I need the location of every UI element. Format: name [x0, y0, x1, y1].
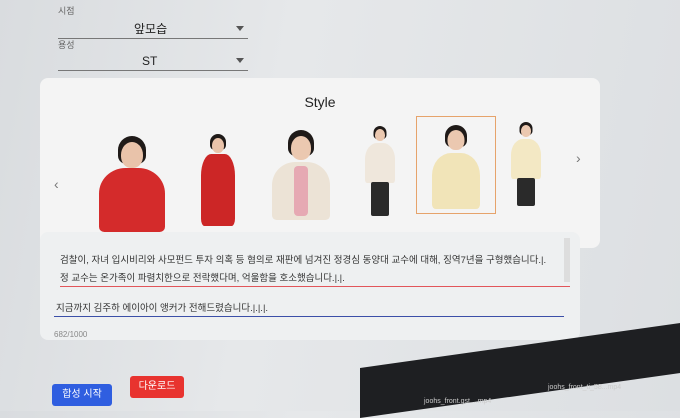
script-panel: 검찰이, 자녀 입시비리와 사모펀드 투자 의혹 등 혐의로 재판에 넘겨진 정… [40, 232, 580, 340]
char-counter: 682/1000 [54, 330, 88, 339]
style-thumbnail-5-selected[interactable] [416, 116, 496, 214]
script-line-2: 정 교수는 온가족이 파렴치한으로 전락했다며, 억울함을 호소했습니다.|.|… [60, 273, 345, 284]
chevron-left-icon[interactable]: ‹ [54, 176, 59, 192]
face [521, 125, 531, 137]
red-outfit [201, 154, 235, 226]
purpose-label: 용성 [58, 40, 75, 50]
style-title: Style [304, 94, 336, 110]
style-thumbnail-2[interactable] [194, 132, 242, 228]
cream-jacket [365, 143, 395, 183]
yellow-jacket [432, 153, 480, 209]
style-thumbnail-6[interactable] [506, 122, 546, 208]
face [121, 142, 143, 168]
download-button[interactable]: 다운로드 [130, 376, 184, 398]
script-textarea[interactable]: 검찰이, 자녀 입시비리와 사모펀드 투자 의혹 등 혐의로 재판에 넘겨진 정… [50, 238, 570, 328]
purpose-select[interactable]: 용성 ST [58, 38, 248, 72]
script-line-3: 지금까지 김주하 에이아이 앵커가 전해드렸습니다.|.|.|. [56, 303, 269, 314]
style-thumbnail-4[interactable] [360, 126, 400, 218]
viewpoint-value: 앞모습 [134, 22, 168, 36]
underline-red [60, 286, 570, 287]
dark-pants [371, 182, 389, 216]
purpose-value: ST [142, 54, 158, 68]
viewpoint-label: 시점 [58, 6, 75, 16]
chevron-down-icon [236, 58, 244, 63]
style-thumbnail-1[interactable] [94, 128, 170, 236]
chevron-down-icon [236, 26, 244, 31]
synthesize-button[interactable]: 합성 시작 [52, 384, 112, 406]
chevron-right-icon[interactable]: › [576, 150, 581, 166]
script-line-1: 검찰이, 자녀 입시비리와 사모펀드 투자 의혹 등 혐의로 재판에 넘겨진 정… [60, 255, 547, 266]
taskbar-item-1[interactable]: joohs_front.gst....mp4 [424, 398, 491, 405]
face [375, 129, 385, 141]
face [291, 136, 311, 160]
yellow-jacket [511, 139, 541, 179]
purpose-underline [58, 70, 248, 71]
taskbar-item-2[interactable]: joohs_front_ti_58...mp4 [548, 384, 621, 391]
underline-blue [54, 316, 564, 317]
style-thumbnail-3[interactable] [268, 128, 334, 222]
viewpoint-select[interactable]: 시점 앞모습 [58, 4, 248, 40]
style-panel: Style ‹ › [40, 78, 600, 248]
face [447, 130, 465, 150]
scroll-track[interactable] [564, 238, 570, 282]
dark-pants [517, 178, 535, 206]
face [212, 138, 224, 153]
red-outfit [99, 168, 165, 232]
pink-blouse [294, 166, 308, 216]
